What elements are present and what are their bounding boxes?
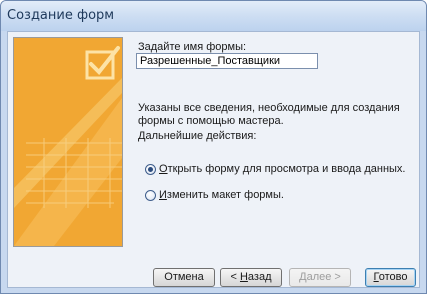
button-bar: Отмена < Назад Далее > Готово xyxy=(8,262,421,289)
next-actions-label: Дальнейшие действия: xyxy=(138,130,257,142)
finish-button[interactable]: Готово xyxy=(365,268,416,287)
cancel-button[interactable]: Отмена xyxy=(153,268,215,287)
back-text: азад xyxy=(247,271,272,283)
modify-layout-text: зменить макет формы. xyxy=(166,189,284,201)
dialog-window: Создание форм Задайте имя формы: Разреше… xyxy=(0,0,427,294)
option-open-form[interactable]: Открыть форму для просмотра и ввода данн… xyxy=(145,162,405,176)
modify-layout-label[interactable]: Изменить макет формы. xyxy=(159,189,284,201)
info-text: Указаны все сведения, необходимые для со… xyxy=(138,102,400,127)
open-form-radio[interactable] xyxy=(145,163,156,175)
dialog-client-area: Задайте имя формы: Разрешенные_Поставщик… xyxy=(7,31,420,288)
back-accel: Н xyxy=(239,271,248,283)
modify-layout-accel: И xyxy=(159,189,167,201)
option-modify-layout[interactable]: Изменить макет формы. xyxy=(145,188,284,202)
open-form-accel: О xyxy=(159,163,168,175)
form-name-input[interactable]: Разрешенные_Поставщики xyxy=(136,53,318,69)
back-button[interactable]: < Назад xyxy=(220,268,282,287)
next-button[interactable]: Далее > xyxy=(289,268,351,287)
wizard-illustration-icon xyxy=(13,37,123,247)
open-form-text: ткрыть форму для просмотра и ввода данны… xyxy=(167,163,406,175)
form-name-label: Задайте имя формы: xyxy=(138,41,247,53)
back-prefix: < xyxy=(230,271,240,283)
window-title: Создание форм xyxy=(7,8,115,23)
title-bar[interactable]: Создание форм xyxy=(1,1,426,31)
finish-text: отово xyxy=(378,271,408,283)
open-form-label[interactable]: Открыть форму для просмотра и ввода данн… xyxy=(159,163,405,175)
modify-layout-radio[interactable] xyxy=(145,189,156,201)
